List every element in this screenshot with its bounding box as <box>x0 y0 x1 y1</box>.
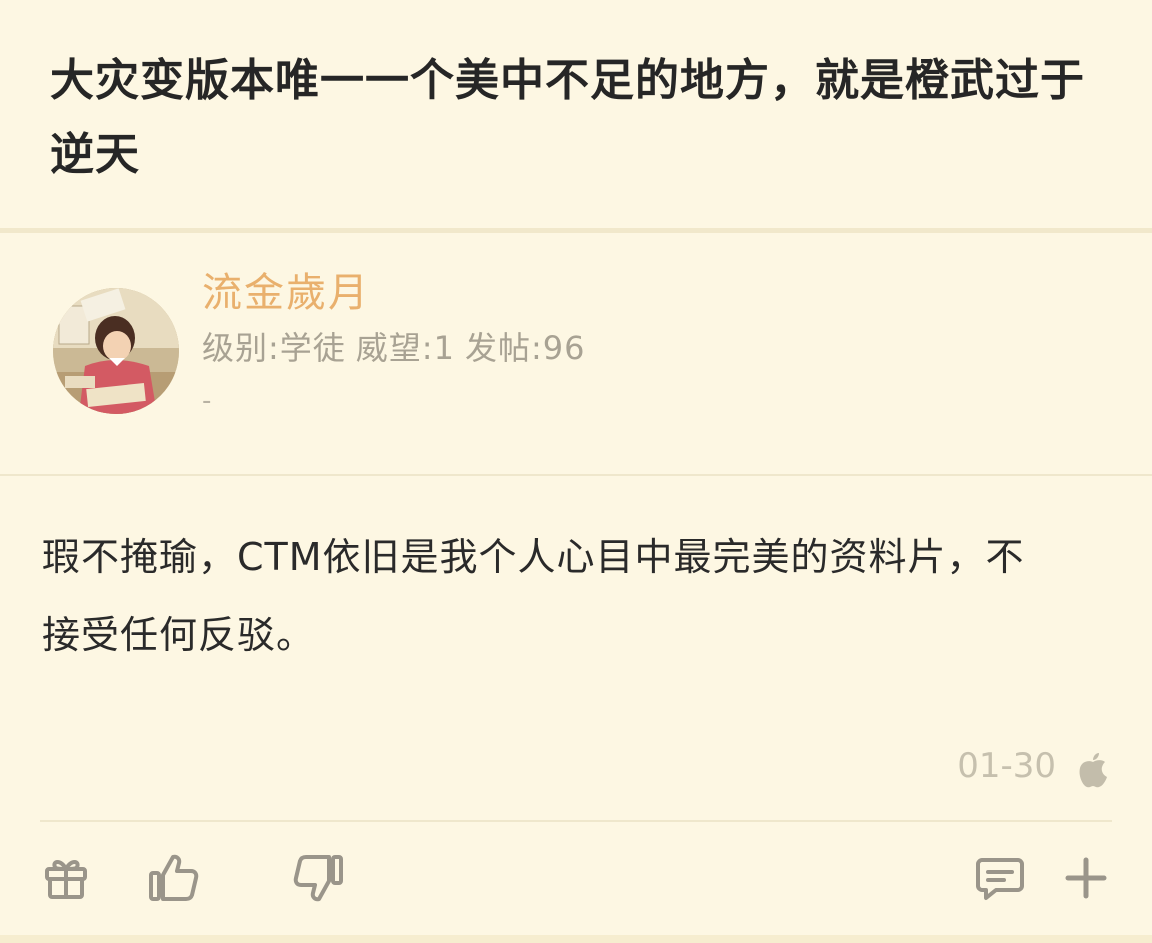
dislike-button[interactable] <box>290 850 346 906</box>
reply-button[interactable] <box>972 850 1028 906</box>
title-divider <box>0 228 1152 233</box>
like-button[interactable] <box>146 850 202 906</box>
comment-icon <box>976 858 1024 900</box>
bottom-strip <box>0 935 1152 943</box>
plus-icon <box>1065 857 1107 899</box>
thumbs-up-icon <box>149 854 199 901</box>
gift-button[interactable] <box>38 850 94 906</box>
gift-icon <box>45 860 87 899</box>
author-name[interactable]: 流金歲月 <box>202 268 370 318</box>
author-prestige: 威望:1 <box>355 329 455 367</box>
avatar[interactable] <box>53 288 179 414</box>
author-divider <box>0 474 1152 476</box>
post-page: 大灾变版本唯一一个美中不足的地方，就是橙武过于逆天 流金歲月 级别:学徒 威望:1… <box>0 0 1152 943</box>
post-content: 瑕不掩瑜，CTM依旧是我个人心目中最完美的资料片，不接受任何反驳。 <box>42 535 1025 657</box>
post-date: 01-30 <box>957 746 1056 786</box>
author-signature: - <box>202 386 212 416</box>
thumbs-down-icon <box>293 855 343 902</box>
author-meta: 级别:学徒 威望:1 发帖:96 <box>202 327 595 369</box>
post-title: 大灾变版本唯一一个美中不足的地方，就是橙武过于逆天 <box>50 55 1085 180</box>
author-level: 级别:学徒 <box>202 329 346 367</box>
more-button[interactable] <box>1058 850 1114 906</box>
author-post-count: 发帖:96 <box>464 329 586 367</box>
footer-divider <box>40 820 1112 822</box>
apple-icon <box>1076 749 1110 789</box>
